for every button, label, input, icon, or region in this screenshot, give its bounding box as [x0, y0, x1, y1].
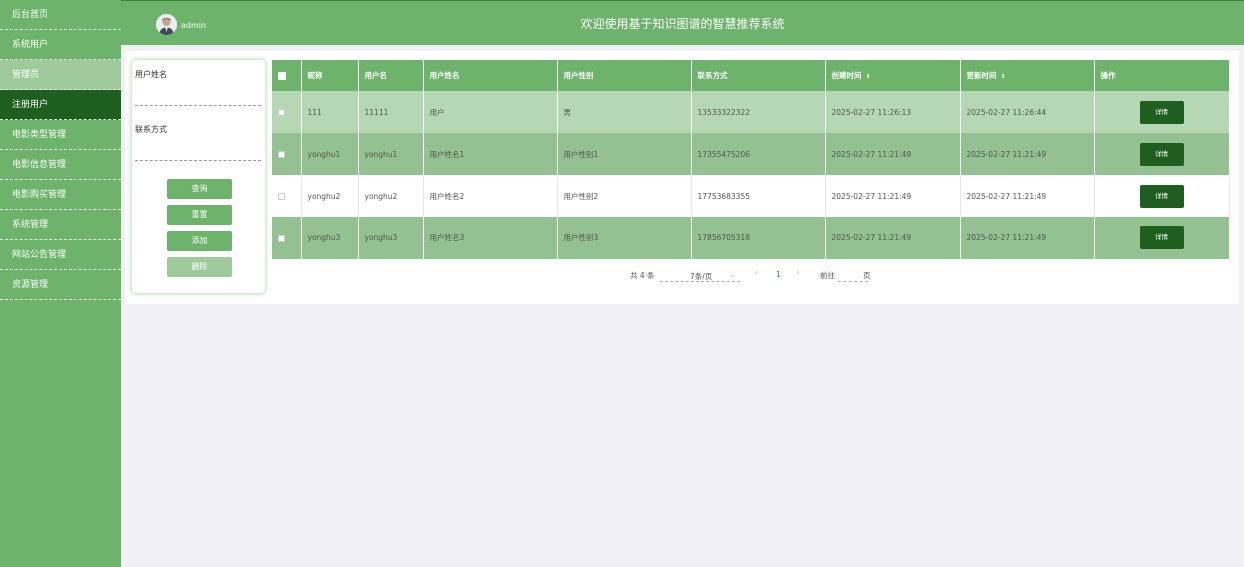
cell-updated: 2025-02-27 11:26:44 [960, 91, 1095, 133]
sidebar-item-resources[interactable]: 资源管理 [0, 270, 121, 300]
sidebar-item-movie-types[interactable]: 电影类型管理 [0, 120, 121, 150]
row-select-cell [272, 217, 302, 260]
detail-button[interactable]: 详情 [1139, 142, 1184, 166]
table-row: yonghu2 yonghu2 用户姓名2 用户性别2 17753683355 … [272, 175, 1230, 217]
cell-action: 详情 [1094, 217, 1230, 260]
cell-created: 2025-02-27 11:21:49 [825, 133, 961, 175]
created-header-label: 创建时间 [831, 71, 862, 80]
goto-label: 前往 [820, 271, 835, 280]
cell-gender: 用户性别3 [557, 217, 692, 260]
cell-created: 2025-02-27 11:21:49 [825, 175, 961, 217]
row-select-cell [272, 175, 302, 217]
table-row: yonghu3 yonghu3 用户姓名3 用户性别3 17856705318 … [272, 217, 1230, 260]
cell-name: 用户姓名2 [423, 175, 558, 217]
column-header-updated[interactable]: 更新时间 ⇕ [960, 60, 1095, 91]
cell-username: yonghu1 [358, 133, 424, 175]
top-header: admin 欢迎使用基于知识图谱的智慧推荐系统 [121, 0, 1244, 45]
updated-header-label: 更新时间 [966, 71, 997, 80]
prev-page-icon[interactable]: ‹ [755, 268, 759, 278]
row-select-cell [272, 133, 302, 175]
table-header-row: 昵称 用户名 用户姓名 用户性别 联系方式 创建时间 ⇕ 更新时间 ⇕ 操作 [272, 60, 1230, 91]
cell-nickname: yonghu1 [301, 133, 359, 175]
sidebar-item-admins[interactable]: 管理员 [0, 60, 121, 90]
cell-updated: 2025-02-27 11:21:49 [960, 217, 1095, 260]
detail-button[interactable]: 详情 [1139, 226, 1184, 250]
add-button[interactable]: 添加 [167, 231, 232, 251]
reset-button[interactable]: 重置 [167, 205, 232, 225]
detail-button[interactable]: 详情 [1139, 100, 1184, 124]
sidebar-item-announcements[interactable]: 网站公告管理 [0, 240, 121, 270]
column-header-action: 操作 [1094, 60, 1230, 91]
cell-created: 2025-02-27 11:21:49 [825, 217, 961, 260]
cell-action: 详情 [1094, 91, 1230, 133]
cell-nickname: yonghu2 [301, 175, 359, 217]
cell-action: 详情 [1094, 175, 1230, 217]
sort-caret-icon[interactable]: ⇕ [1001, 73, 1006, 80]
row-checkbox[interactable] [278, 193, 285, 200]
cell-updated: 2025-02-27 11:21:49 [960, 133, 1095, 175]
column-header-name: 用户姓名 [423, 60, 558, 91]
delete-button[interactable]: 删除 [167, 257, 232, 277]
column-header-gender: 用户性别 [557, 60, 692, 91]
cell-gender: 用户性别2 [557, 175, 692, 217]
cell-name: 用户 [423, 91, 558, 133]
cell-contact: 17753683355 [691, 175, 826, 217]
cell-username: yonghu3 [358, 217, 424, 260]
cell-gender: 用户性别1 [557, 133, 692, 175]
cell-nickname: yonghu3 [301, 217, 359, 260]
detail-button[interactable]: 详情 [1139, 184, 1184, 208]
cell-gender: 男 [557, 91, 692, 133]
cell-username: yonghu2 [358, 175, 424, 217]
sidebar-item-movie-info[interactable]: 电影信息管理 [0, 150, 121, 180]
sidebar-item-system-users[interactable]: 系统用户 [0, 30, 121, 60]
row-checkbox[interactable] [278, 234, 285, 242]
table-row: yonghu1 yonghu1 用户姓名1 用户性别1 17355475206 … [272, 133, 1230, 175]
cell-action: 详情 [1094, 133, 1230, 175]
page-title: 欢迎使用基于知识图谱的智慧推荐系统 [580, 17, 785, 31]
cell-nickname: 111 [301, 91, 359, 133]
search-card: 用户姓名 联系方式 查询 重置 添加 删除 [131, 59, 266, 294]
cell-name: 用户姓名1 [423, 133, 558, 175]
row-checkbox[interactable] [278, 151, 285, 158]
contact-search-input[interactable] [135, 147, 261, 161]
table-row: 111 11111 用户 男 13533322322 2025-02-27 11… [272, 91, 1230, 133]
select-all-cell [272, 60, 302, 91]
name-search-input[interactable] [135, 92, 261, 106]
row-checkbox[interactable] [278, 109, 285, 116]
page-size-value: 7条/页 [690, 272, 713, 281]
users-table: 昵称 用户名 用户姓名 用户性别 联系方式 创建时间 ⇕ 更新时间 ⇕ 操作 111… [272, 60, 1230, 260]
column-header-contact: 联系方式 [691, 60, 826, 91]
cell-updated: 2025-02-27 11:21:49 [960, 175, 1095, 217]
sidebar: 后台首页 系统用户 管理员 注册用户 电影类型管理 电影信息管理 电影购买管理 … [0, 0, 121, 567]
column-header-username: 用户名 [358, 60, 424, 91]
goto-suffix: 页 [863, 271, 871, 280]
sidebar-item-system-management[interactable]: 系统管理 [0, 210, 121, 240]
next-page-icon[interactable]: › [796, 268, 800, 278]
pagination-total: 共 4 条 [630, 271, 655, 280]
chevron-down-icon: ⌄ [729, 270, 736, 279]
cell-contact: 17856705318 [691, 217, 826, 260]
query-button[interactable]: 查询 [167, 179, 232, 199]
cell-name: 用户姓名3 [423, 217, 558, 260]
column-header-created[interactable]: 创建时间 ⇕ [825, 60, 961, 91]
sidebar-item-movie-purchase[interactable]: 电影购买管理 [0, 180, 121, 210]
cell-created: 2025-02-27 11:26:13 [825, 91, 961, 133]
sidebar-item-dashboard[interactable]: 后台首页 [0, 0, 121, 30]
page-number-current[interactable]: 1 [776, 270, 781, 279]
page-size-select[interactable]: 7条/页 ⌄ [660, 268, 740, 282]
cell-contact: 13533322322 [691, 91, 826, 133]
name-field-label: 用户姓名 [135, 70, 167, 79]
cell-contact: 17355475206 [691, 133, 826, 175]
sidebar-item-registered-users[interactable]: 注册用户 [0, 90, 121, 120]
column-header-nickname: 昵称 [301, 60, 359, 91]
cell-username: 11111 [358, 91, 424, 133]
select-all-checkbox[interactable] [278, 72, 286, 80]
sort-caret-icon[interactable]: ⇕ [866, 73, 871, 80]
contact-field-label: 联系方式 [135, 125, 167, 134]
row-select-cell [272, 91, 302, 133]
